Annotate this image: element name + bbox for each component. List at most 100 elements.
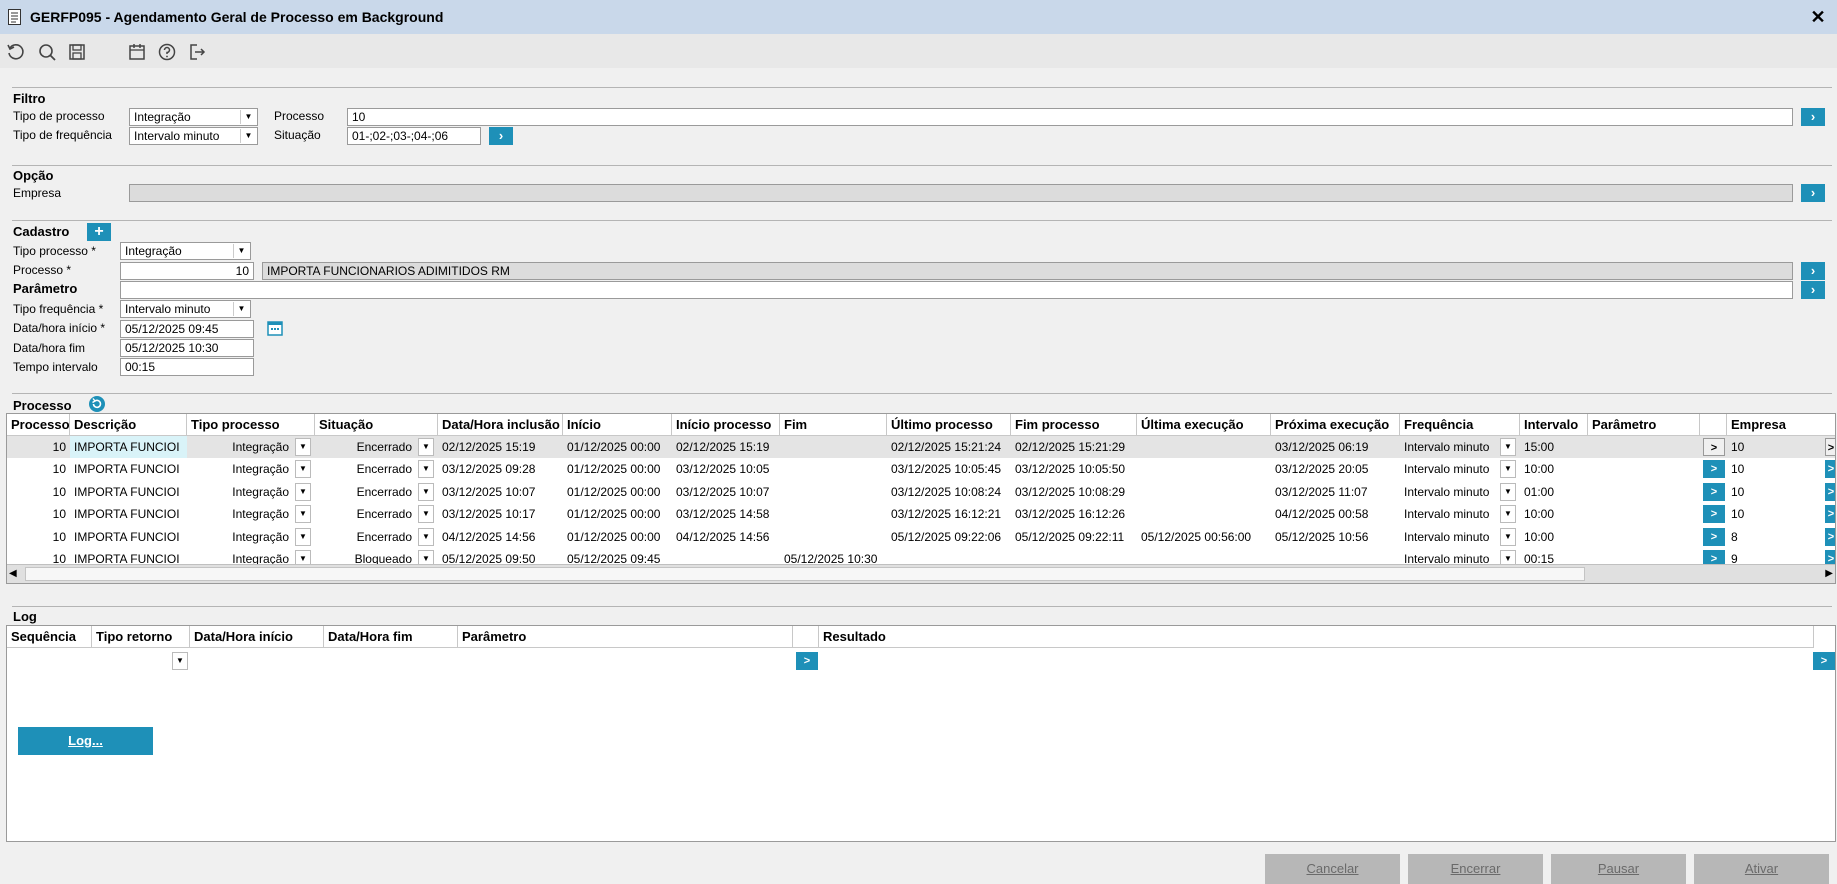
grid-cell[interactable]: 10:00 (1520, 503, 1588, 525)
grid-cell[interactable]: 05/12/2025 10:30 (780, 548, 887, 564)
filtro-situacao-go-button[interactable]: › (489, 127, 513, 145)
encerrar-button[interactable]: Encerrar (1408, 854, 1543, 884)
chevron-down-icon[interactable]: ▼ (418, 505, 434, 523)
grid-cell[interactable] (1588, 458, 1700, 480)
save-icon[interactable] (67, 42, 87, 62)
opcao-empresa-go-button[interactable]: › (1801, 184, 1825, 202)
grid-cell[interactable]: 05/12/2025 09:22:11 (1011, 526, 1137, 548)
grid-cell[interactable]: 05/12/2025 09:45 (563, 548, 672, 564)
row-go-button[interactable]: > (1703, 438, 1725, 456)
scroll-right-icon[interactable]: ▶ (1825, 568, 1833, 579)
grid-cell[interactable]: IMPORTA FUNCIOI (70, 458, 187, 480)
grid-cell[interactable]: Encerrado (315, 458, 416, 480)
grid-cell[interactable]: 10 (7, 548, 70, 564)
chevron-down-icon[interactable]: ▼ (240, 110, 256, 124)
grid-cell[interactable]: 05/12/2025 09:50 (438, 548, 563, 564)
column-header[interactable] (1700, 414, 1727, 436)
chevron-down-icon[interactable]: ▼ (1500, 505, 1516, 523)
grid-cell[interactable]: 10:00 (1520, 458, 1588, 480)
column-header[interactable]: Parâmetro (458, 626, 793, 648)
column-header[interactable]: Situação (315, 414, 438, 436)
grid-cell[interactable]: 01/12/2025 00:00 (563, 503, 672, 525)
filtro-processo-go-button[interactable]: › (1801, 108, 1825, 126)
add-button[interactable]: + (87, 223, 111, 241)
grid-cell[interactable] (780, 526, 887, 548)
grid-cell[interactable] (672, 548, 780, 564)
column-header[interactable]: Resultado (819, 626, 1814, 648)
row-go-button[interactable]: > (1703, 505, 1725, 523)
grid-cell[interactable]: 03/12/2025 10:07 (438, 481, 563, 503)
grid-cell[interactable]: 03/12/2025 16:12:26 (1011, 503, 1137, 525)
chevron-down-icon[interactable]: ▼ (295, 550, 311, 564)
grid-cell[interactable]: 05/12/2025 00:56:00 (1137, 526, 1271, 548)
grid-cell[interactable]: Encerrado (315, 436, 416, 458)
chevron-down-icon[interactable]: ▼ (1500, 528, 1516, 546)
chevron-down-icon[interactable]: ▼ (1500, 483, 1516, 501)
grid-cell[interactable]: 03/12/2025 14:58 (672, 503, 780, 525)
cadastro-data-inicio-input[interactable]: 05/12/2025 09:45 (120, 320, 254, 338)
chevron-down-icon[interactable]: ▼ (1500, 550, 1516, 564)
grid-cell[interactable] (887, 548, 1011, 564)
log-button[interactable]: Log... (18, 727, 153, 755)
refresh-icon[interactable] (88, 395, 106, 413)
filtro-situacao-input[interactable]: 01-;02-;03-;04-;06 (347, 127, 481, 145)
calendar-icon[interactable] (266, 319, 284, 337)
column-header[interactable]: Início processo (672, 414, 780, 436)
grid-cell[interactable]: Encerrado (315, 481, 416, 503)
chevron-down-icon[interactable]: ▼ (418, 550, 434, 564)
grid-cell[interactable]: IMPORTA FUNCIOI (70, 436, 187, 458)
opcao-empresa-input[interactable] (129, 184, 1793, 202)
grid-cell[interactable]: 03/12/2025 10:08:29 (1011, 481, 1137, 503)
grid-cell[interactable]: 03/12/2025 20:05 (1271, 458, 1400, 480)
grid-cell[interactable] (780, 436, 887, 458)
grid-cell[interactable]: 10 (7, 436, 70, 458)
chevron-down-icon[interactable]: ▼ (172, 652, 188, 670)
column-header[interactable]: Descrição (70, 414, 187, 436)
filtro-tipo-frequencia-select[interactable]: Intervalo minuto ▼ (129, 127, 258, 145)
grid-cell[interactable]: 8 (1727, 526, 1835, 548)
cadastro-tipo-processo-select[interactable]: Integração ▼ (120, 242, 251, 260)
grid-cell[interactable]: Intervalo minuto (1400, 481, 1498, 503)
column-header[interactable]: Data/Hora fim (324, 626, 458, 648)
grid-cell[interactable]: 02/12/2025 15:19 (438, 436, 563, 458)
grid-cell[interactable]: 03/12/2025 10:05 (672, 458, 780, 480)
chevron-down-icon[interactable]: ▼ (240, 129, 256, 143)
grid-cell[interactable]: Intervalo minuto (1400, 436, 1498, 458)
cadastro-processo-input[interactable]: 10 (120, 262, 254, 280)
grid-cell[interactable] (1137, 503, 1271, 525)
grid-cell[interactable]: Integração (187, 481, 293, 503)
row-empresa-go-button[interactable]: > (1825, 460, 1835, 478)
column-header[interactable]: Parâmetro (1588, 414, 1700, 436)
column-header[interactable]: Data/Hora inclusão (438, 414, 563, 436)
chevron-down-icon[interactable]: ▼ (418, 528, 434, 546)
grid-cell[interactable]: 10 (7, 526, 70, 548)
column-header[interactable]: Início (563, 414, 672, 436)
chevron-down-icon[interactable]: ▼ (418, 438, 434, 456)
cadastro-data-fim-input[interactable]: 05/12/2025 10:30 (120, 339, 254, 357)
chevron-down-icon[interactable]: ▼ (1500, 438, 1516, 456)
refresh-icon[interactable] (6, 42, 26, 62)
row-go-button[interactable]: > (1703, 483, 1725, 501)
chevron-down-icon[interactable]: ▼ (418, 460, 434, 478)
row-go-button[interactable]: > (1703, 460, 1725, 478)
grid-cell[interactable]: 05/12/2025 10:56 (1271, 526, 1400, 548)
grid-cell[interactable] (1137, 548, 1271, 564)
cadastro-parametro-go-button[interactable]: › (1801, 281, 1825, 299)
row-go-button[interactable]: > (1703, 528, 1725, 546)
chevron-down-icon[interactable]: ▼ (295, 528, 311, 546)
grid-cell[interactable]: Intervalo minuto (1400, 548, 1498, 564)
chevron-down-icon[interactable]: ▼ (295, 460, 311, 478)
grid-cell[interactable]: 04/12/2025 14:56 (438, 526, 563, 548)
grid-cell[interactable]: IMPORTA FUNCIOI (70, 481, 187, 503)
grid-cell[interactable]: IMPORTA FUNCIOI (70, 503, 187, 525)
grid-cell[interactable]: Intervalo minuto (1400, 458, 1498, 480)
chevron-down-icon[interactable]: ▼ (295, 505, 311, 523)
grid-cell[interactable]: 04/12/2025 14:56 (672, 526, 780, 548)
column-header[interactable]: Tipo processo (187, 414, 315, 436)
grid-cell[interactable] (780, 481, 887, 503)
chevron-down-icon[interactable]: ▼ (1500, 460, 1516, 478)
grid-cell[interactable] (1588, 481, 1700, 503)
help-icon[interactable] (157, 42, 177, 62)
grid-cell[interactable]: Integração (187, 548, 293, 564)
cadastro-processo-go-button[interactable]: › (1801, 262, 1825, 280)
